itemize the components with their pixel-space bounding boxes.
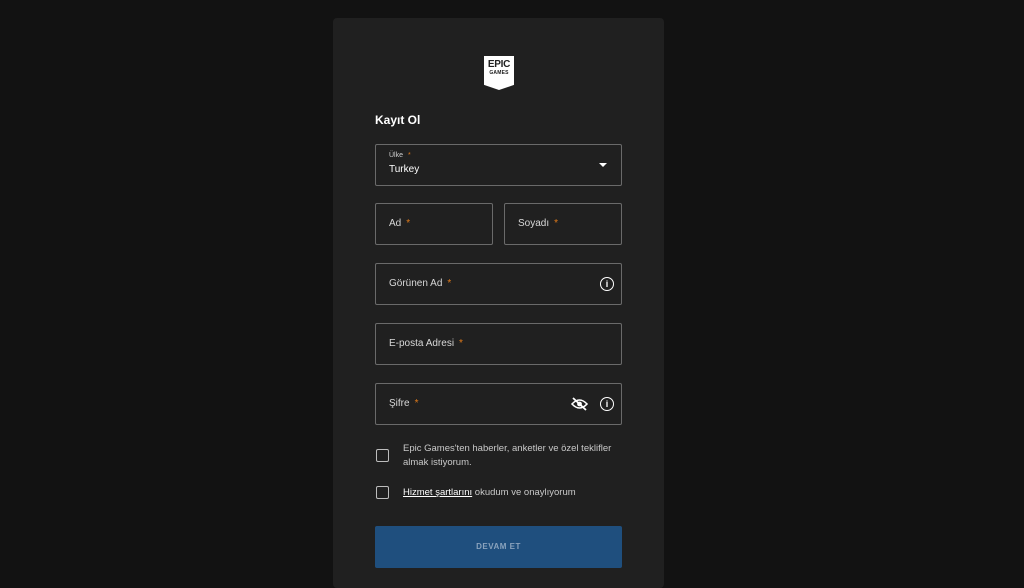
- info-icon[interactable]: i: [600, 397, 614, 411]
- terms-of-service-link[interactable]: Hizmet şartlarını: [403, 487, 472, 498]
- logo-line2: GAMES: [489, 70, 509, 76]
- last-name-label: Soyadı *: [518, 218, 559, 229]
- page-title: Kayıt Ol: [375, 113, 421, 127]
- signup-card: EPIC GAMES Kayıt Ol Ülke * Turkey Ad * Soy…: [333, 18, 664, 588]
- display-name-field[interactable]: Görünen Ad * i: [375, 263, 622, 305]
- country-select[interactable]: Ülke * Turkey: [375, 144, 622, 186]
- eye-off-icon[interactable]: [571, 397, 588, 411]
- newsletter-checkbox[interactable]: [376, 449, 389, 462]
- newsletter-checkbox-label: Epic Games'ten haberler, anketler ve öze…: [403, 443, 612, 468]
- first-name-label: Ad *: [389, 218, 411, 229]
- password-label: Şifre *: [389, 398, 419, 409]
- chevron-down-icon: [599, 163, 607, 167]
- display-name-label: Görünen Ad *: [389, 278, 452, 289]
- last-name-field[interactable]: Soyadı *: [504, 203, 622, 245]
- country-label: Ülke *: [389, 152, 411, 159]
- password-field[interactable]: Şifre * i: [375, 383, 622, 425]
- first-name-field[interactable]: Ad *: [375, 203, 493, 245]
- epic-games-logo: EPIC GAMES: [484, 56, 514, 90]
- info-icon[interactable]: i: [600, 277, 614, 291]
- terms-checkbox[interactable]: [376, 486, 389, 499]
- country-value: Turkey: [389, 164, 420, 175]
- email-field[interactable]: E-posta Adresi *: [375, 323, 622, 365]
- continue-button[interactable]: DEVAM ET: [375, 526, 622, 568]
- logo-line1: EPIC: [487, 59, 511, 70]
- email-label: E-posta Adresi *: [389, 338, 463, 349]
- terms-checkbox-label: Hizmet şartlarını okudum ve onaylıyorum: [403, 487, 576, 498]
